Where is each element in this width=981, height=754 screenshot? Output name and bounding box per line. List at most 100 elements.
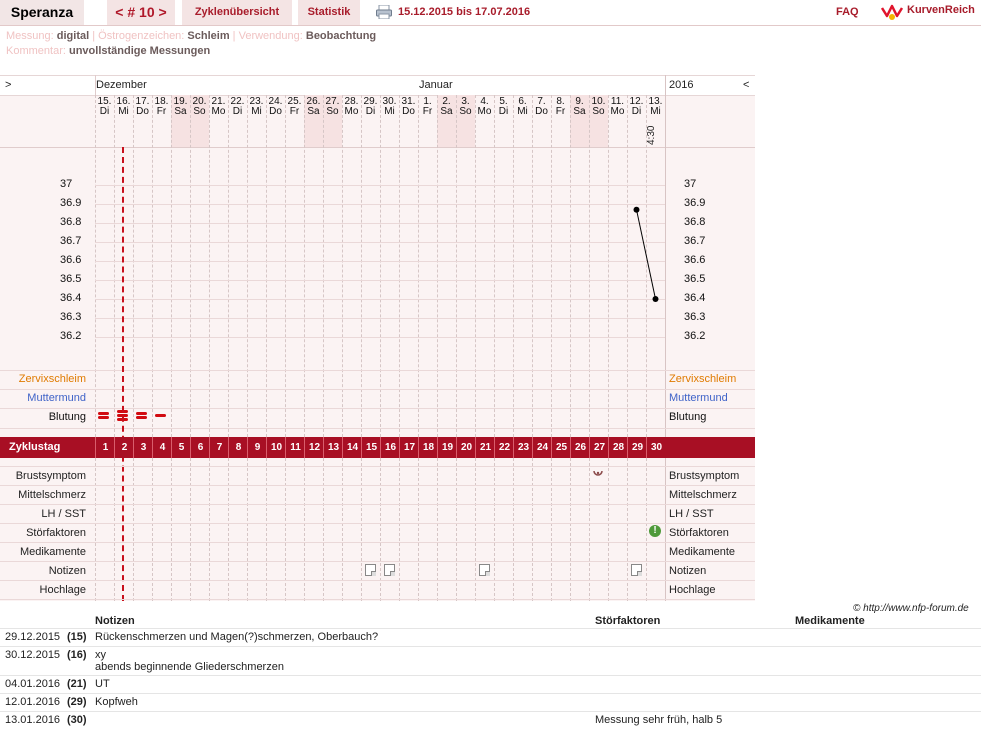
zyklustag-label: Zyklustag — [9, 441, 61, 453]
cycle-day-number: 25 — [551, 437, 571, 458]
cycle-day-number: 8 — [228, 437, 248, 458]
row-label-left: Blutung — [48, 411, 86, 423]
cycle-day-number: 4 — [152, 437, 172, 458]
kommentar-label: Kommentar: — [6, 45, 66, 57]
row-label-right: Brustsymptom — [669, 470, 740, 482]
temperature-point[interactable] — [633, 206, 640, 213]
bleeding-mark — [98, 416, 109, 419]
row-label-right: Notizen — [669, 565, 707, 577]
cycle-day-number: 28 — [608, 437, 628, 458]
row-label-right: Mittelschmerz — [669, 489, 737, 501]
row-label-left: LH / SST — [41, 508, 86, 520]
row-divider — [0, 542, 755, 543]
note-row: 13.01.2016 (30) Messung sehr früh, halb 5 — [0, 711, 981, 727]
row-divider — [0, 599, 755, 600]
row-divider — [0, 428, 755, 429]
header-medikamente: Medikamente — [795, 615, 865, 627]
cycle-day-number: 13 — [323, 437, 343, 458]
note-icon[interactable] — [479, 564, 490, 576]
temperature-curve — [633, 206, 659, 302]
cycle-day-number: 23 — [513, 437, 533, 458]
note-row: 29.12.2015 (15) Rückenschmerzen und Magen(… — [0, 628, 981, 644]
note-cycle-day: (21) — [67, 678, 87, 690]
verwendung-value: Beobachtung — [305, 30, 377, 42]
oestrogen-label: Östrogenzeichen: — [98, 30, 185, 42]
cycle-day-number: 3 — [133, 437, 153, 458]
note-cycle-day: (16) — [67, 649, 87, 661]
cycle-day-number: 20 — [456, 437, 476, 458]
bleeding-mark — [136, 416, 147, 419]
row-label-left: Störfaktoren — [26, 527, 86, 539]
row-divider — [0, 408, 755, 409]
cycle-day-number: 1 — [95, 437, 115, 458]
top-nav: Speranza < # 10 > Zyklenübersicht Statis… — [0, 0, 981, 26]
header-notizen: Notizen — [95, 615, 135, 627]
note-date: 30.12.2015 — [5, 649, 61, 661]
cycle-chart: > Dezember Januar 2016 < 15. Di 16. Mi 17. Do… — [0, 75, 755, 601]
row-divider — [0, 370, 755, 371]
row-label-right: Zervixschleim — [669, 373, 737, 385]
note-date: 04.01.2016 — [5, 678, 61, 690]
row-label-left: Medikamente — [19, 546, 86, 558]
cycle-day-number: 27 — [589, 437, 609, 458]
row-label-left: Zervixschleim — [18, 373, 86, 385]
temperature-point[interactable] — [652, 296, 659, 302]
faq-link[interactable]: FAQ — [836, 6, 859, 18]
cycle-day-number: 16 — [380, 437, 400, 458]
cycle-day-number: 26 — [570, 437, 590, 458]
brand-title[interactable]: Speranza — [0, 0, 84, 25]
row-divider — [0, 466, 755, 467]
note-text: Kopfweh — [95, 696, 138, 708]
breast-symptom-icon[interactable] — [593, 468, 603, 478]
tab-statistik[interactable]: Statistik — [298, 0, 360, 25]
time-label: 4:30 — [646, 125, 657, 145]
cycle-day-number: 29 — [627, 437, 647, 458]
row-label-left: Muttermund — [27, 392, 86, 404]
printer-icon[interactable] — [376, 5, 392, 19]
kurvenreich-logo-icon[interactable] — [880, 2, 904, 22]
note-stoerfaktor: Messung sehr früh, halb 5 — [595, 714, 723, 726]
oestrogen-value: Schleim — [187, 30, 230, 42]
info-line-1: Messung: digital | Östrogenzeichen: Schl… — [6, 30, 377, 42]
warning-icon[interactable]: ! — [649, 525, 661, 537]
note-date: 29.12.2015 — [5, 631, 61, 643]
cycle-selector[interactable]: < # 10 > — [107, 0, 175, 25]
logo-text[interactable]: KurvenReich — [907, 4, 975, 16]
header-stoerfaktoren: Störfaktoren — [595, 615, 661, 627]
date-range: 15.12.2015 bis 17.07.2016 — [398, 6, 531, 18]
cycle-day-number: 7 — [209, 437, 229, 458]
cycle-day-number: 9 — [247, 437, 267, 458]
note-row: 04.01.2016 (21) UT — [0, 675, 981, 691]
note-icon[interactable] — [365, 564, 376, 576]
kommentar-value: unvollständige Messungen — [68, 45, 211, 57]
cycle-day-number: 6 — [190, 437, 210, 458]
note-icon[interactable] — [631, 564, 642, 576]
row-divider — [0, 504, 755, 505]
row-divider — [0, 561, 755, 562]
cycle-day-number: 11 — [285, 437, 305, 458]
row-label-left: Hochlage — [39, 584, 86, 596]
row-label-left: Notizen — [48, 565, 86, 577]
row-divider — [0, 485, 755, 486]
cycle-day-number: 18 — [418, 437, 438, 458]
row-label-left: Mittelschmerz — [18, 489, 86, 501]
bleeding-mark — [98, 412, 109, 415]
messung-label: Messung: — [6, 30, 54, 42]
cycle-day-number: 2 — [114, 437, 134, 458]
row-label-right: Medikamente — [669, 546, 736, 558]
note-cycle-day: (15) — [67, 631, 87, 643]
cycle-day-number: 10 — [266, 437, 286, 458]
cycle-marker-line — [122, 147, 124, 601]
tab-zyklenuebersicht[interactable]: Zyklenübersicht — [182, 0, 292, 25]
note-row: 30.12.2015 (16) xy abends beginnende Gliede… — [0, 646, 981, 673]
note-text: UT — [95, 678, 110, 690]
note-row: 12.01.2016 (29) Kopfweh — [0, 693, 981, 709]
note-text-line2: abends beginnende Gliederschmerzen — [95, 661, 284, 673]
copyright: © http://www.nfp-forum.de — [853, 603, 969, 614]
note-icon[interactable] — [384, 564, 395, 576]
info-line-2: Kommentar: unvollständige Messungen — [6, 45, 210, 57]
cycle-day-number: 12 — [304, 437, 324, 458]
cycle-day-number: 21 — [475, 437, 495, 458]
row-label-left: Brustsymptom — [15, 470, 86, 482]
bleeding-mark — [136, 412, 147, 415]
